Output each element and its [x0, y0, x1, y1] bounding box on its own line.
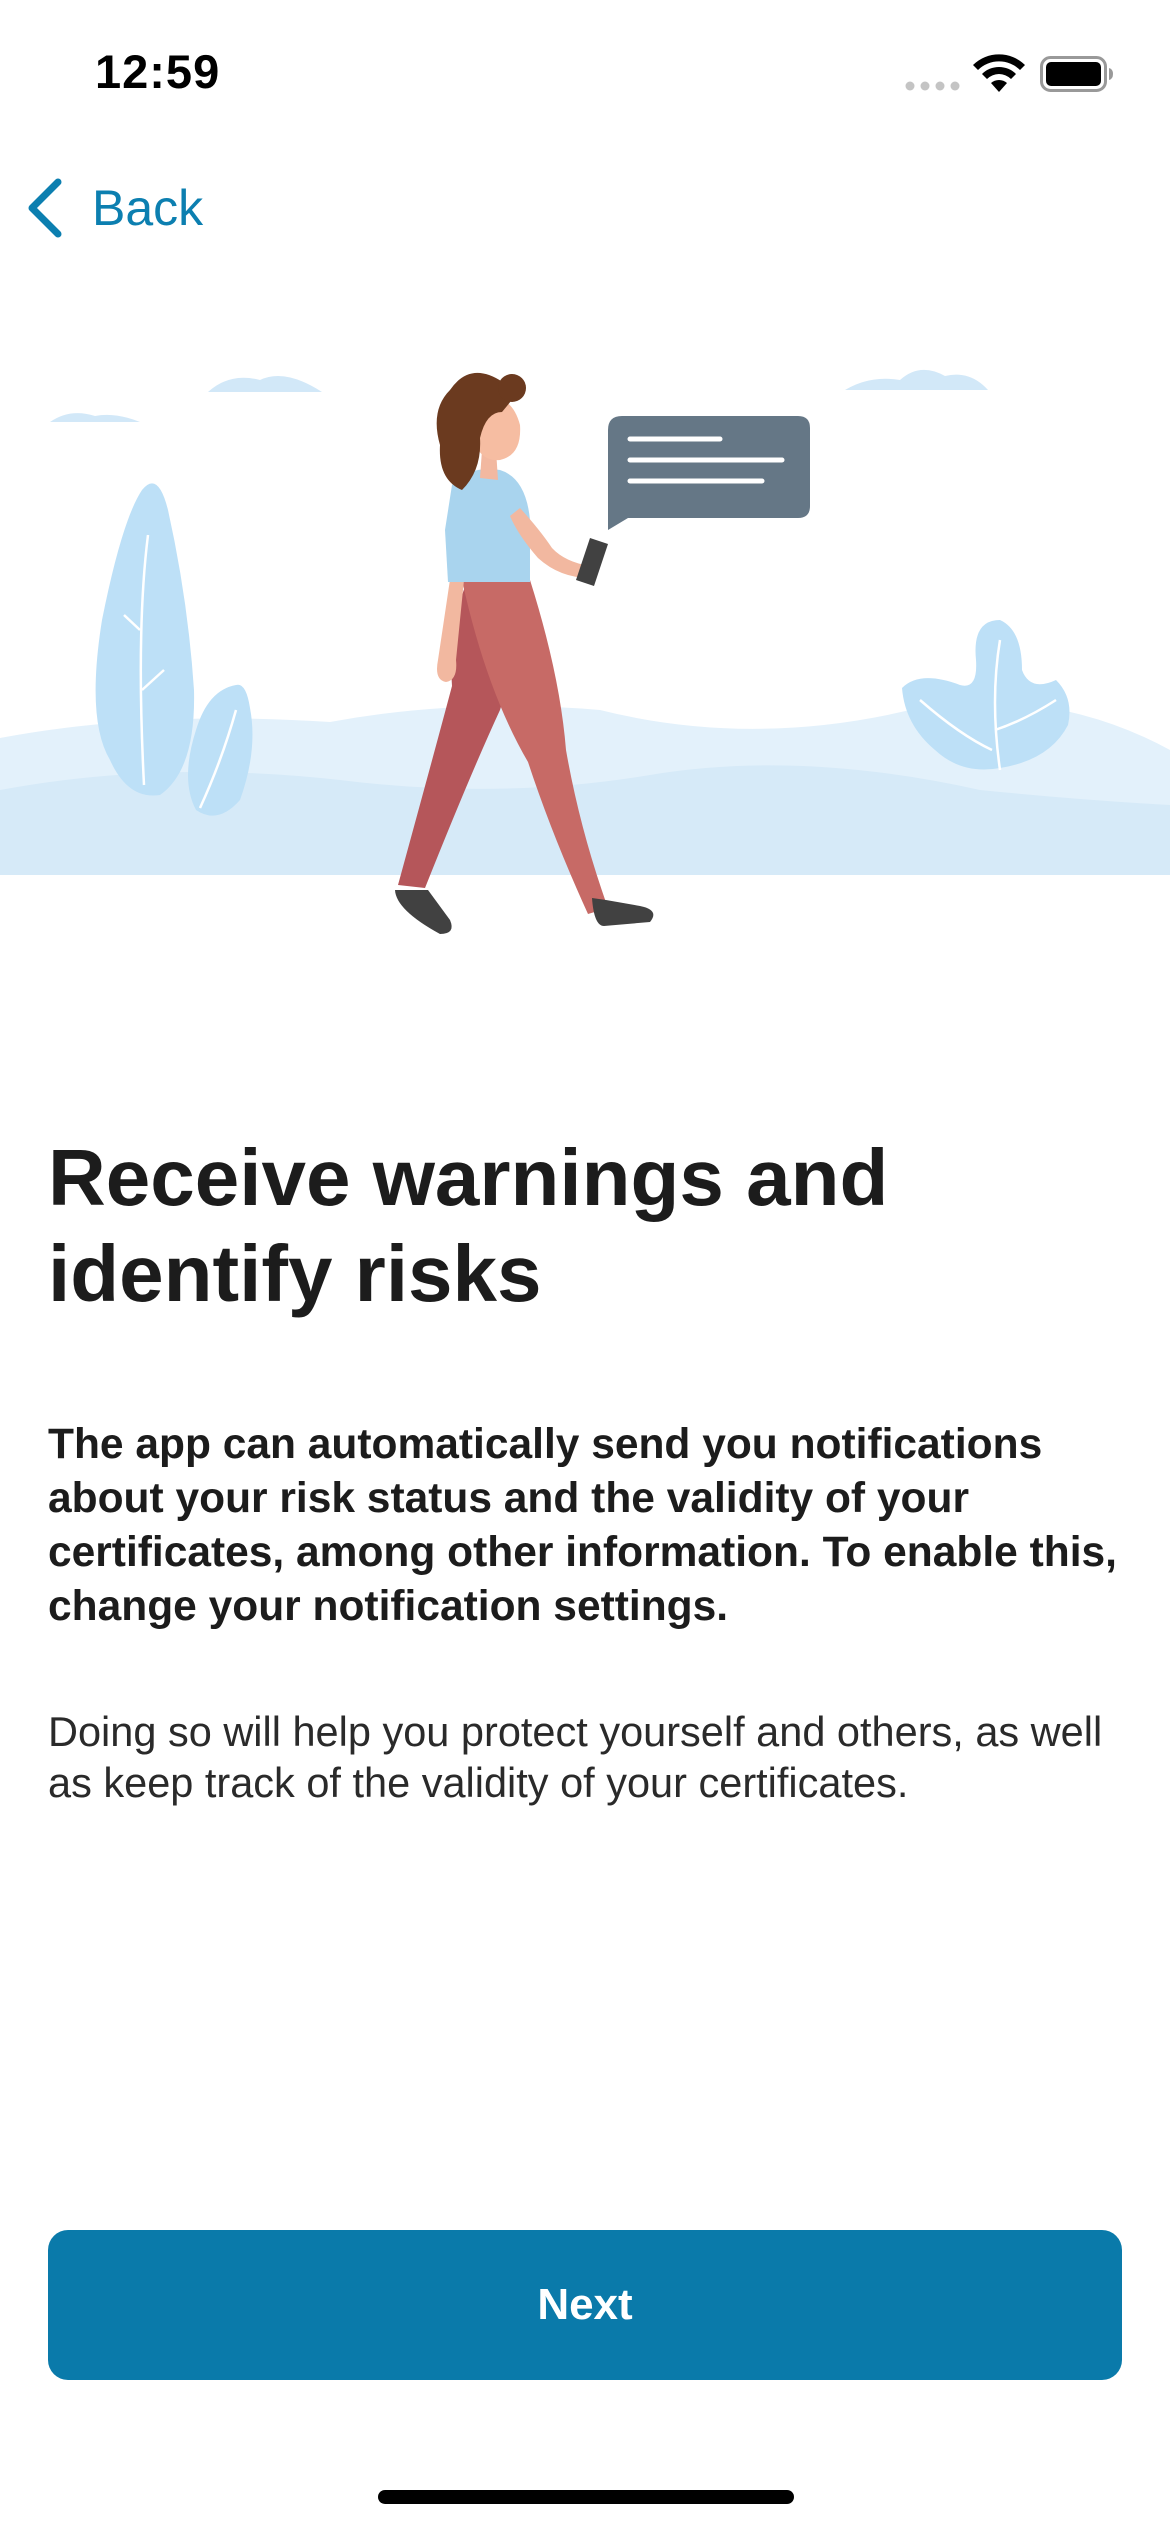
intro-paragraph: The app can automatically send you notif…: [48, 1421, 1117, 1630]
back-button[interactable]: Back: [24, 170, 203, 246]
walking-person-illustration: [0, 369, 1170, 934]
page-title: Receive warnings and identify risks: [48, 1133, 889, 1318]
cloud-shape: [208, 376, 322, 392]
message-bubble-icon: [608, 416, 810, 530]
plant-leaf: [95, 483, 195, 796]
home-indicator: [378, 2490, 794, 2504]
status-bar: 12:59: [0, 0, 1170, 150]
chevron-left-icon: [28, 178, 62, 238]
cloud-shape: [50, 413, 140, 422]
status-time: 12:59: [95, 45, 221, 98]
cellular-signal-icon: [905, 81, 960, 91]
back-label: Back: [92, 180, 204, 236]
cloud-shape: [845, 369, 988, 390]
wifi-icon: [973, 54, 1025, 92]
next-button[interactable]: Next: [48, 2230, 1122, 2380]
detail-paragraph: Doing so will help you protect yourself …: [48, 1708, 1103, 1806]
battery-icon: [1040, 56, 1113, 92]
